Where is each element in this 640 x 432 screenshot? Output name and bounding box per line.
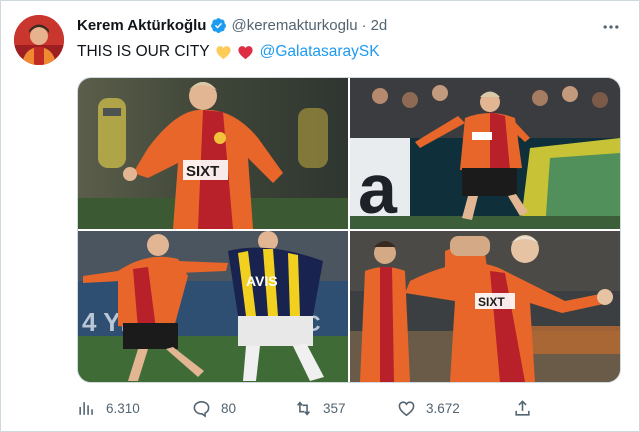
- svg-text:SIXT: SIXT: [186, 163, 219, 180]
- retweet-icon: [296, 400, 311, 416]
- retweet-action[interactable]: 357: [294, 397, 346, 419]
- media-photo-2[interactable]: a: [350, 78, 620, 229]
- tweet-card[interactable]: Kerem Aktürkoğlu @keremakturkoglu · 2d T…: [0, 0, 640, 432]
- like-count: 3.672: [426, 400, 460, 416]
- media-photo-4[interactable]: SIXT: [350, 231, 620, 382]
- like-action[interactable]: 3.672: [397, 397, 460, 419]
- views-action[interactable]: 6.310: [77, 397, 140, 419]
- tweet-body: THIS IS OUR CITY: [77, 43, 210, 60]
- mention-link[interactable]: @GalatasaraySK: [260, 43, 380, 61]
- reply-action[interactable]: 80: [192, 397, 236, 419]
- author-handle[interactable]: @keremakturkoglu: [231, 17, 357, 34]
- media-photo-1[interactable]: SIXT: [78, 78, 348, 229]
- reply-count: 80: [221, 400, 237, 416]
- tweet-actions: 6.310 80 357 3.672: [77, 397, 547, 419]
- share-action[interactable]: [513, 397, 542, 419]
- retweet-count: 357: [323, 400, 346, 416]
- views-count: 6.310: [106, 400, 140, 416]
- more-options-icon[interactable]: [601, 17, 621, 37]
- svg-text:SIXT: SIXT: [478, 295, 505, 309]
- author-avatar[interactable]: [14, 15, 64, 65]
- separator-dot: ·: [361, 17, 367, 34]
- tweet-timestamp[interactable]: 2d: [371, 17, 388, 34]
- red-heart-icon: [238, 45, 253, 59]
- media-photo-3[interactable]: 4 YI EN C AVIS: [78, 231, 348, 382]
- reply-icon: [193, 400, 210, 418]
- yellow-heart-icon: [216, 45, 231, 59]
- author-name[interactable]: Kerem Aktürkoğlu: [77, 17, 206, 34]
- bar-chart-icon: [79, 401, 93, 415]
- avatar-image: [14, 15, 64, 65]
- svg-text:AVIS: AVIS: [246, 273, 278, 289]
- tweet-text: THIS IS OUR CITY @GalatasaraySK: [77, 43, 380, 61]
- verified-badge-icon: [211, 18, 227, 33]
- tweet-header: Kerem Aktürkoğlu @keremakturkoglu · 2d: [77, 17, 387, 34]
- heart-icon: [398, 400, 415, 416]
- media-grid: SIXT a 4 YI AVIS SIXT: [77, 77, 621, 383]
- share-icon: [515, 399, 530, 416]
